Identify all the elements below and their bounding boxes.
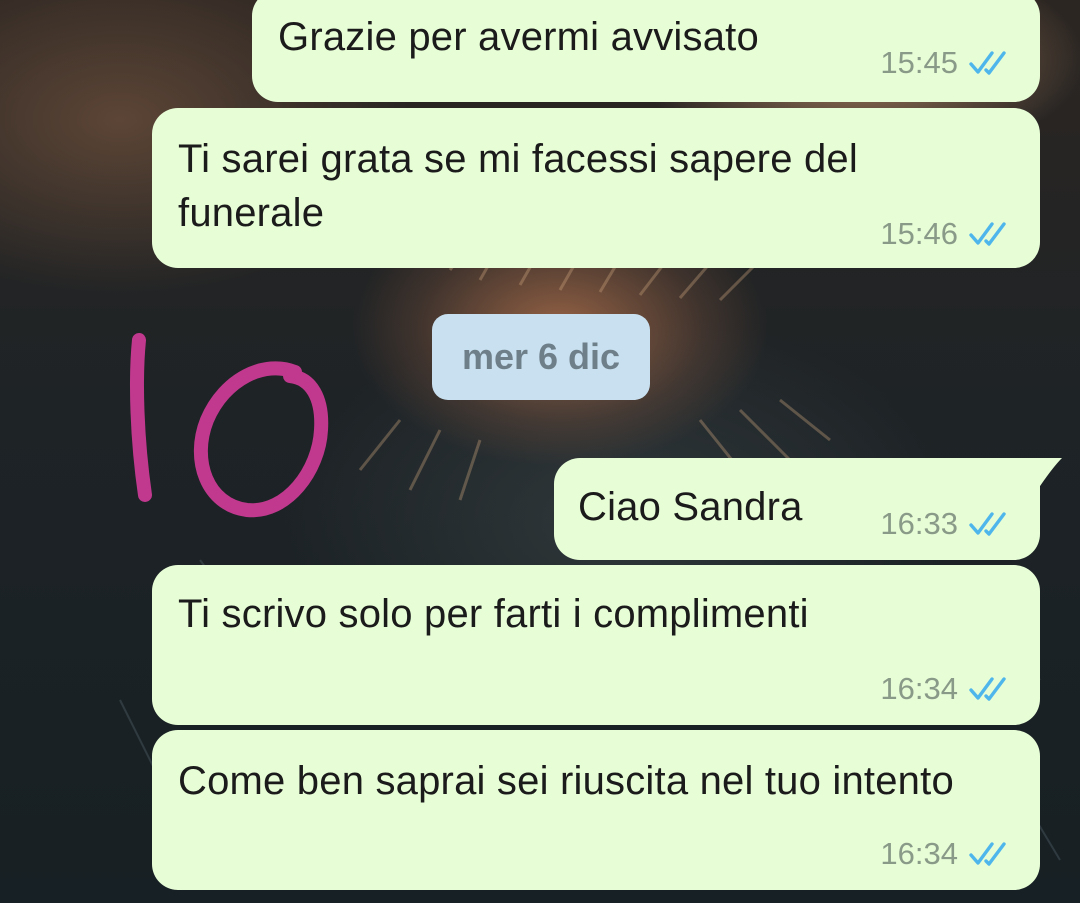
message-time: 15:45 xyxy=(880,45,958,80)
double-check-icon xyxy=(969,677,1006,701)
message-text: Ti sarei grata se mi facessi sapere del … xyxy=(178,137,858,235)
message-bubble[interactable]: Ti sarei grata se mi facessi sapere del … xyxy=(152,108,1040,268)
double-check-icon xyxy=(969,512,1006,536)
date-separator: mer 6 dic xyxy=(432,314,650,400)
message-bubble[interactable]: Ti scrivo solo per farti i complimenti 1… xyxy=(152,565,1040,725)
double-check-icon xyxy=(969,51,1006,75)
message-meta: 16:34 xyxy=(880,671,1014,707)
message-text: Ciao Sandra xyxy=(578,485,803,529)
message-text: Come ben saprai sei riuscita nel tuo int… xyxy=(178,759,954,803)
message-time: 16:34 xyxy=(880,836,958,871)
message-bubble[interactable]: Come ben saprai sei riuscita nel tuo int… xyxy=(152,730,1040,890)
message-text: Ti scrivo solo per farti i complimenti xyxy=(178,592,809,636)
message-time: 15:46 xyxy=(880,216,958,251)
message-meta: 15:46 xyxy=(880,216,1014,252)
message-text: Grazie per avermi avvisato xyxy=(278,15,759,59)
handwritten-annotation-scribble xyxy=(130,333,329,518)
double-check-icon xyxy=(969,222,1006,246)
message-time: 16:34 xyxy=(880,671,958,706)
message-bubble[interactable]: Ciao Sandra 16:33 xyxy=(554,458,1062,560)
message-meta: 16:34 xyxy=(880,836,1014,872)
bubble-tail xyxy=(1036,458,1062,492)
message-meta: 16:33 xyxy=(880,506,1014,542)
message-meta: 15:45 xyxy=(880,45,1014,81)
double-check-icon xyxy=(969,842,1006,866)
message-time: 16:33 xyxy=(880,506,958,541)
message-bubble[interactable]: Grazie per avermi avvisato 15:45 xyxy=(252,0,1040,102)
